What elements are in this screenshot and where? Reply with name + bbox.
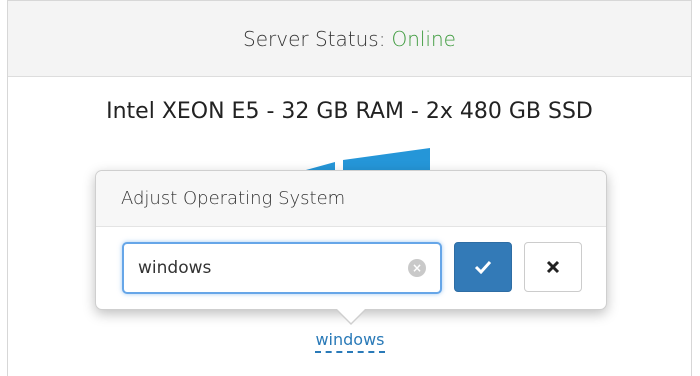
cancel-button[interactable] <box>524 242 582 292</box>
check-icon <box>474 260 492 274</box>
submit-button[interactable] <box>454 242 512 292</box>
page: Server Status: Online Intel XEON E5 - 32… <box>0 0 700 376</box>
editable-os-link-wrapper: windows <box>0 330 700 353</box>
server-status-value: Online <box>391 26 456 51</box>
os-input-wrapper: × <box>122 242 442 294</box>
os-popover: Adjust Operating System × <box>95 170 607 310</box>
editable-os-link[interactable]: windows <box>315 330 385 353</box>
server-spec: Intel XEON E5 - 32 GB RAM - 2x 480 GB SS… <box>106 99 593 124</box>
os-input[interactable] <box>138 254 398 282</box>
popover-arrow <box>336 308 366 323</box>
popover-body: × <box>96 227 606 309</box>
close-icon <box>546 260 560 274</box>
server-status-label: Server Status: <box>243 26 386 51</box>
server-status-header: Server Status: Online <box>8 1 691 77</box>
clear-icon[interactable]: × <box>408 259 426 277</box>
popover-title: Adjust Operating System <box>96 171 606 227</box>
